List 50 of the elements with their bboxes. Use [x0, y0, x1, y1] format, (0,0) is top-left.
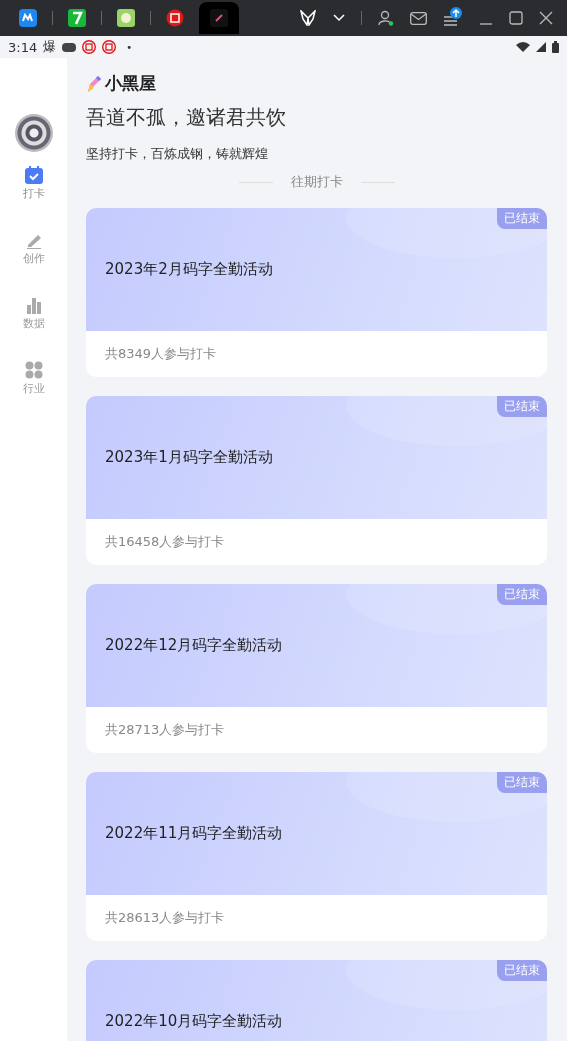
more-dot: •	[126, 41, 133, 53]
signal-icon	[536, 42, 546, 52]
battery-icon	[552, 41, 559, 53]
app-icon	[19, 9, 37, 27]
wifi-icon	[516, 42, 530, 52]
activity-card[interactable]: 2022年12月码字全勤活动 已结束 共28713人参与打卡	[86, 584, 547, 753]
status-badge: 已结束	[497, 960, 547, 981]
participant-count: 共28713人参与打卡	[105, 721, 225, 739]
activity-title: 2022年11月码字全勤活动	[105, 824, 283, 843]
activity-card[interactable]: 2022年11月码字全勤活动 已结束 共28613人参与打卡	[86, 772, 547, 941]
bar-chart-icon	[24, 296, 43, 314]
pen-logo-icon	[86, 73, 102, 94]
slogan: 吾道不孤，邀诸君共饮	[86, 104, 287, 131]
mail-icon[interactable]	[410, 11, 427, 25]
status-badge: 已结束	[497, 208, 547, 229]
stamp-icon	[82, 40, 97, 54]
activity-title: 2023年1月码字全勤活动	[105, 448, 273, 467]
user-icon[interactable]	[378, 10, 394, 26]
nav-item[interactable]: 打卡	[22, 166, 45, 201]
status-badge: 已结束	[497, 396, 547, 417]
participant-count: 共28613人参与打卡	[105, 909, 225, 927]
logo-text: 小黑屋	[105, 72, 156, 95]
activity-card[interactable]: 2023年1月码字全勤活动 已结束 共16458人参与打卡	[86, 396, 547, 565]
four-dots-icon	[24, 361, 43, 379]
close-icon[interactable]	[539, 11, 553, 25]
activity-title: 2023年2月码字全勤活动	[105, 260, 273, 279]
participant-count: 共16458人参与打卡	[105, 533, 225, 551]
subtitle: 坚持打卡，百炼成钢，铸就辉煌	[86, 145, 269, 163]
menu-update-icon[interactable]	[443, 7, 463, 29]
chevron-down-icon[interactable]	[333, 14, 345, 22]
status-badge: 已结束	[497, 584, 547, 605]
notification-glyph: 爆	[43, 38, 57, 56]
activity-title: 2022年10月码字全勤活动	[105, 1012, 283, 1031]
activity-card[interactable]: 2022年10月码字全勤活动 已结束	[86, 960, 547, 1041]
activity-card[interactable]: 2023年2月码字全勤活动 已结束 共8349人参与打卡	[86, 208, 547, 377]
section-heading: 往期打卡	[290, 173, 343, 191]
butterfly-icon[interactable]	[299, 10, 317, 26]
app-icon	[166, 9, 184, 27]
maximize-icon[interactable]	[509, 11, 523, 25]
app-icon	[68, 9, 86, 27]
stamp-icon	[102, 40, 117, 54]
app-icon	[210, 9, 228, 27]
status-badge: 已结束	[497, 772, 547, 793]
avatar[interactable]	[14, 114, 53, 152]
app-icon	[117, 9, 135, 27]
gamepad-icon	[62, 42, 77, 52]
activity-title: 2022年12月码字全勤活动	[105, 636, 283, 655]
participant-count: 共8349人参与打卡	[105, 345, 217, 363]
clock-time: 3:14	[8, 39, 38, 55]
calendar-icon	[24, 166, 43, 184]
